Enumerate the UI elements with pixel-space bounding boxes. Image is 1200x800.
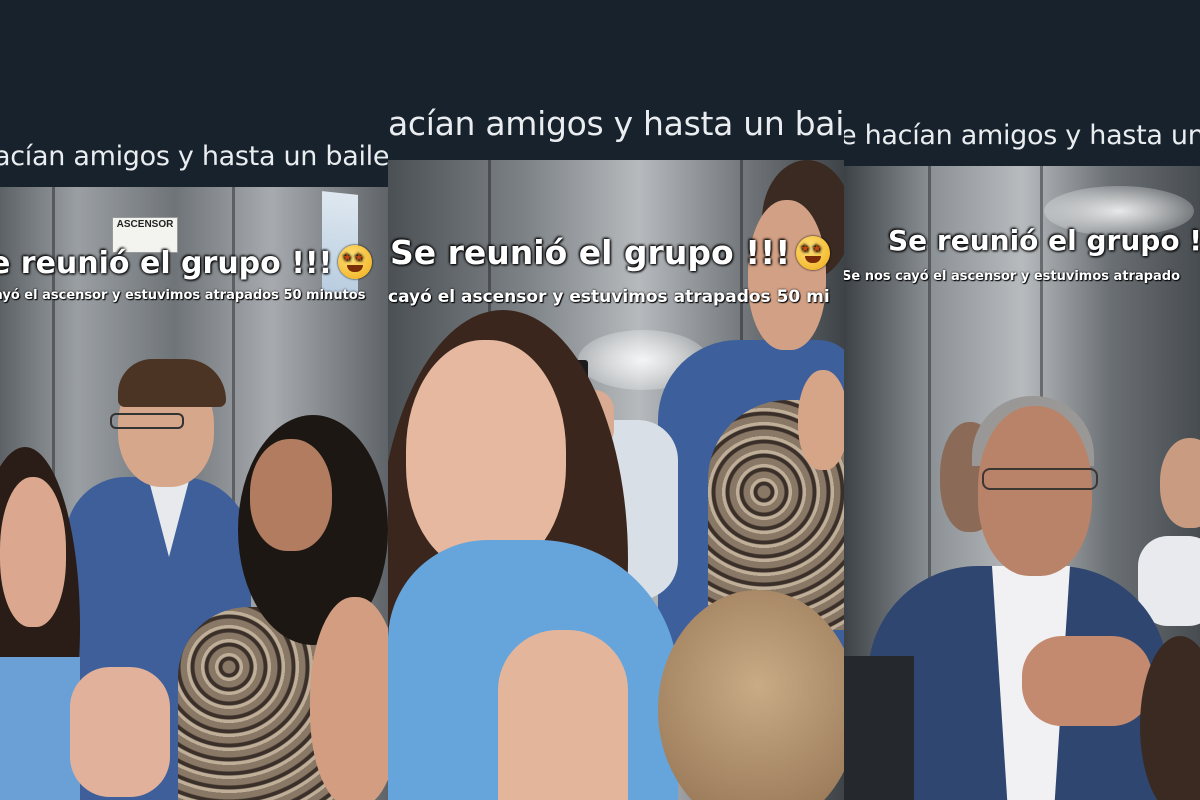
overlay-title-text: e reunió el grupo !!! [0,246,333,281]
overlay-subtitle: Se nos cayó el ascensor y estuvimos atra… [844,269,1181,284]
elevator-sign-text: ASCENSOR [116,219,174,230]
elevator-photo [844,166,1200,800]
overlay-subtitle: ayó el ascensor y estuvimos atrapados 50… [0,288,366,303]
overlay-title: Se reunió el grupo !!! [390,233,831,272]
collage: acían amigos y hasta un baile ASCENSOR e… [0,0,1200,800]
video-frame-2: acían amigos y hasta un baile Se reunió … [388,0,844,800]
video-frame-1: acían amigos y hasta un baile ASCENSOR e… [0,0,388,800]
frame-caption: acían amigos y hasta un baile [0,141,388,172]
frame-caption: e hacían amigos y hasta un baile [844,120,1200,151]
overlay-title-text: Se reunió el grupo !! [888,224,1200,257]
star-struck-emoji-icon [796,236,831,270]
overlay-title-text: Se reunió el grupo !!! [390,233,791,272]
overlay-title: e reunió el grupo !!! [0,245,373,281]
star-struck-emoji-icon [338,245,373,279]
video-frame-3: e hacían amigos y hasta un baile [844,0,1200,800]
overlay-title: Se reunió el grupo !! [888,224,1200,257]
overlay-subtitle: cayó el ascensor y estuvimos atrapados 5… [388,287,830,307]
caption-text: acían amigos y hasta un baile [0,141,388,172]
frame-caption: acían amigos y hasta un baile [388,104,844,143]
